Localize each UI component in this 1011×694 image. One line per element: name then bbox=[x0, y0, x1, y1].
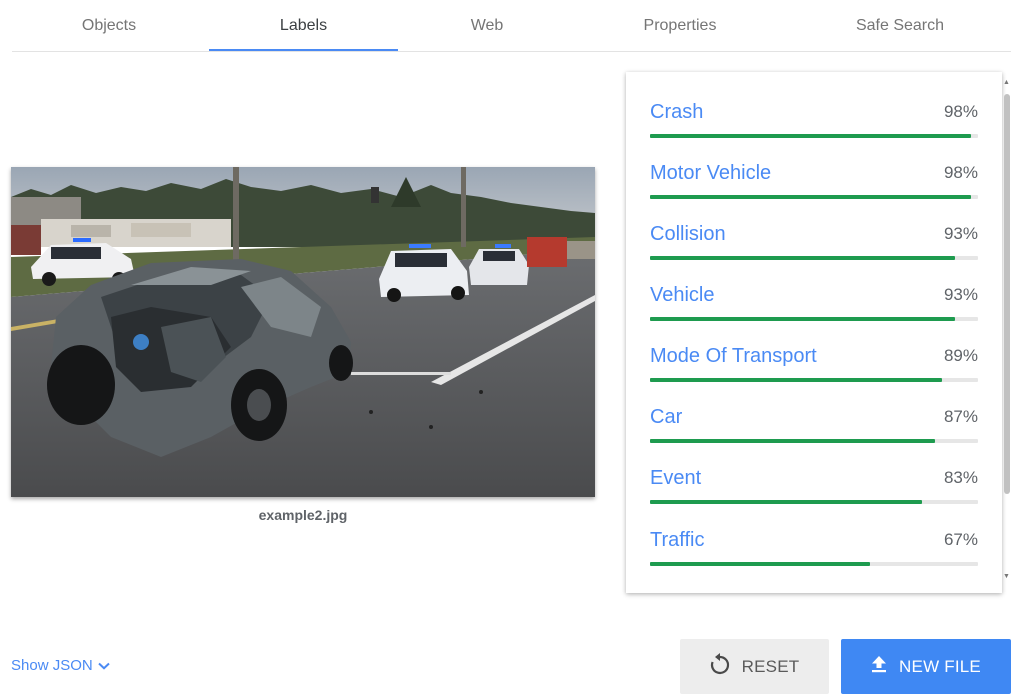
label-score: 87% bbox=[943, 407, 978, 426]
tab-safe-search[interactable]: Safe Search bbox=[805, 0, 995, 52]
label-row: Motor Vehicle 98% bbox=[650, 161, 978, 222]
new-file-label: NEW FILE bbox=[899, 656, 981, 676]
reset-label: RESET bbox=[741, 656, 800, 676]
score-bar-fill bbox=[650, 562, 870, 566]
reset-button[interactable]: RESET bbox=[680, 639, 829, 694]
label-row: Mode Of Transport 89% bbox=[650, 344, 978, 405]
upload-icon bbox=[871, 655, 899, 678]
label-name: Car bbox=[650, 406, 683, 428]
tab-label: Web bbox=[470, 17, 504, 34]
label-row: Vehicle 93% bbox=[650, 283, 978, 344]
tab-objects[interactable]: Objects bbox=[14, 0, 204, 52]
label-score: 67% bbox=[943, 530, 978, 549]
label-name: Vehicle bbox=[650, 284, 715, 306]
tab-bar: Objects Labels Web Properties Safe Searc… bbox=[0, 0, 1011, 52]
label-name: Collision bbox=[650, 223, 726, 245]
score-bar bbox=[650, 134, 978, 138]
labels-panel: Crash 98% Motor Vehicle 98% Collision 93… bbox=[626, 72, 1002, 593]
label-score: 83% bbox=[943, 468, 978, 487]
tab-label: Objects bbox=[81, 17, 137, 34]
labels-scrollbar[interactable]: ▲ ▼ bbox=[1002, 72, 1011, 593]
label-score: 98% bbox=[943, 102, 978, 121]
score-bar-fill bbox=[650, 500, 923, 504]
score-bar-fill bbox=[650, 256, 956, 260]
score-bar bbox=[650, 317, 978, 321]
label-score: 89% bbox=[943, 346, 978, 365]
score-bar-fill bbox=[650, 317, 956, 321]
score-bar bbox=[650, 195, 978, 199]
scroll-up-icon[interactable]: ▲ bbox=[1002, 78, 1011, 88]
label-name: Traffic bbox=[650, 529, 705, 551]
score-bar bbox=[650, 500, 978, 504]
tab-web[interactable]: Web bbox=[398, 0, 576, 52]
scroll-thumb[interactable] bbox=[1004, 94, 1010, 494]
chevron-down-icon bbox=[93, 657, 110, 674]
tab-label: Labels bbox=[279, 17, 328, 34]
tab-labels[interactable]: Labels bbox=[209, 0, 398, 52]
score-bar bbox=[650, 256, 978, 260]
score-bar bbox=[650, 562, 978, 566]
label-name: Crash bbox=[650, 101, 704, 123]
label-row: Car 87% bbox=[650, 405, 978, 466]
tab-label: Properties bbox=[643, 17, 717, 34]
label-name: Mode Of Transport bbox=[650, 345, 817, 367]
label-row: Crash 98% bbox=[650, 100, 978, 161]
label-name: Event bbox=[650, 467, 702, 489]
label-name: Motor Vehicle bbox=[650, 162, 772, 184]
label-score: 93% bbox=[943, 224, 978, 243]
score-bar-fill bbox=[650, 378, 942, 382]
score-bar-fill bbox=[650, 134, 972, 138]
undo-icon bbox=[710, 653, 742, 680]
label-score: 98% bbox=[943, 163, 978, 182]
score-bar-fill bbox=[650, 439, 936, 443]
scroll-down-icon[interactable]: ▼ bbox=[1002, 572, 1011, 582]
show-json-label: Show JSON bbox=[11, 657, 93, 674]
label-score: 93% bbox=[943, 285, 978, 304]
show-json-toggle[interactable]: Show JSON bbox=[11, 657, 110, 674]
tab-divider bbox=[12, 51, 1011, 52]
label-row: Traffic 67% bbox=[650, 528, 978, 589]
tab-label: Safe Search bbox=[855, 17, 945, 34]
score-bar-fill bbox=[650, 195, 972, 199]
score-bar bbox=[650, 378, 978, 382]
score-bar bbox=[650, 439, 978, 443]
new-file-button[interactable]: NEW FILE bbox=[841, 639, 1011, 694]
tab-properties[interactable]: Properties bbox=[585, 0, 775, 52]
uploaded-image bbox=[11, 167, 595, 497]
label-row: Collision 93% bbox=[650, 222, 978, 283]
label-row: Event 83% bbox=[650, 466, 978, 527]
image-caption: example2.jpg bbox=[258, 507, 348, 523]
